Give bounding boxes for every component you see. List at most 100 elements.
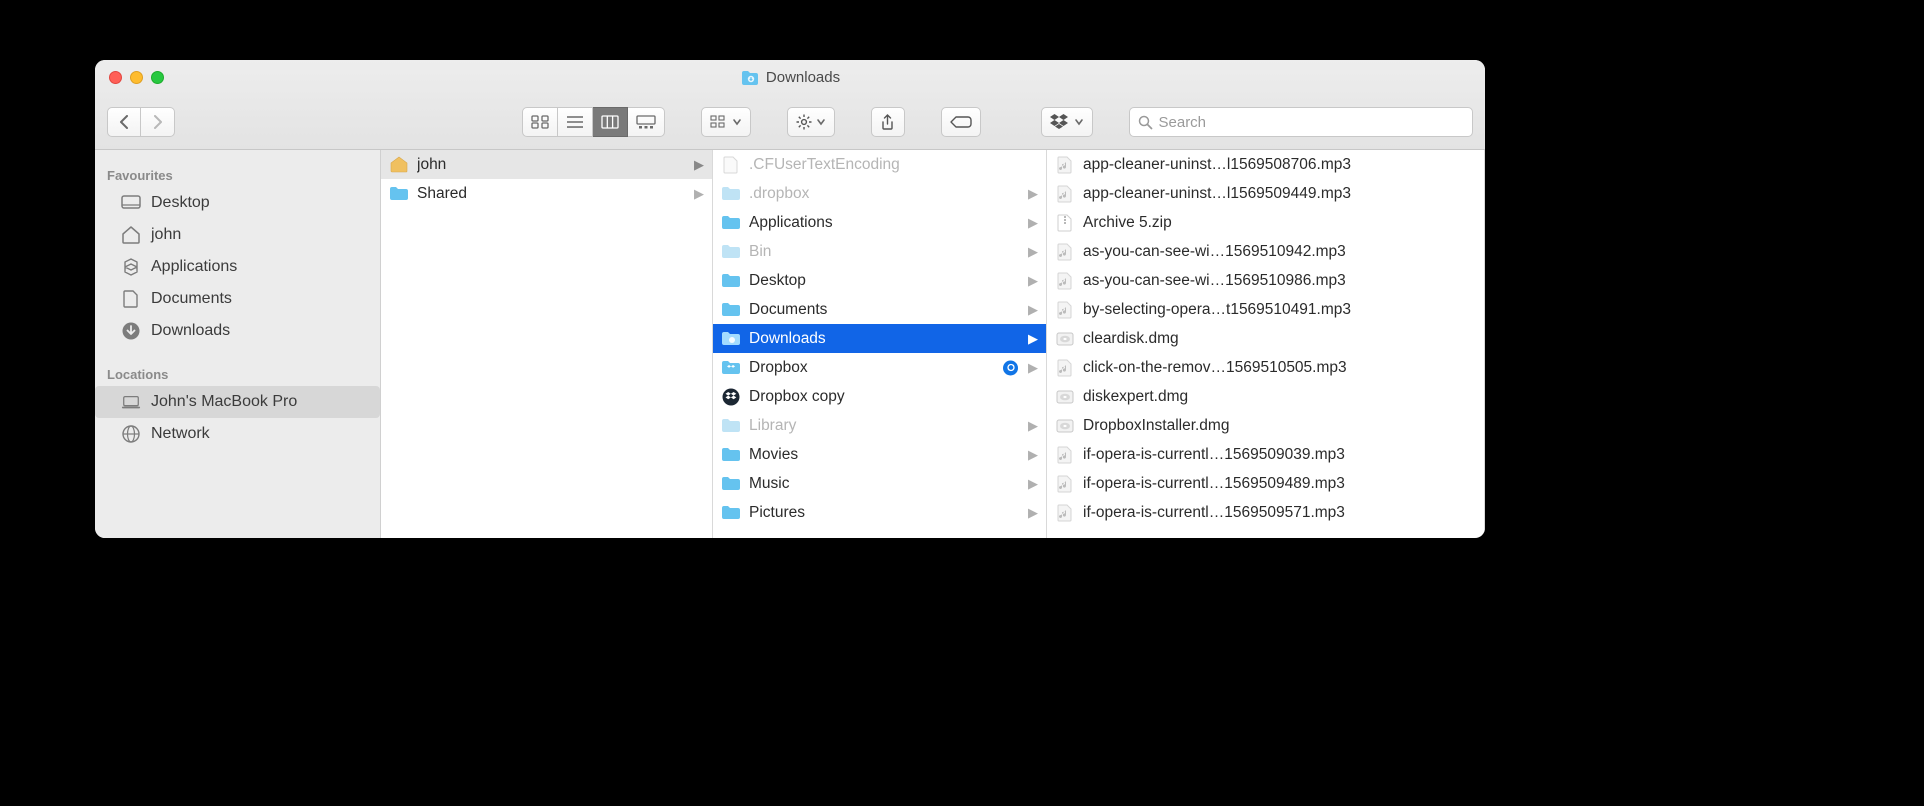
content-area: Favourites Desktop john Applications — [95, 150, 1485, 538]
sidebar-item-this-mac[interactable]: John's MacBook Pro — [95, 386, 380, 418]
audio-icon — [1055, 359, 1075, 377]
sidebar: Favourites Desktop john Applications — [95, 150, 381, 538]
folder-icon — [389, 185, 409, 203]
chevron-right-icon: ▶ — [1028, 273, 1038, 289]
list-view-button[interactable] — [558, 107, 593, 137]
sidebar-item-label: John's MacBook Pro — [151, 393, 297, 411]
file-row[interactable]: DropboxInstaller.dmg — [1047, 411, 1484, 440]
titlebar: Downloads — [95, 60, 1485, 150]
column-item-label: Desktop — [749, 272, 1036, 290]
folder-dim-icon — [721, 243, 741, 261]
column-item-label: Movies — [749, 446, 1036, 464]
column-item-desktop[interactable]: Desktop ▶ — [713, 266, 1046, 295]
column-item-dotdropbox[interactable]: .dropbox ▶ — [713, 179, 1046, 208]
column-item-label: Applications — [749, 214, 1036, 232]
minimize-window-button[interactable] — [130, 71, 143, 84]
column-item-shared[interactable]: Shared ▶ — [381, 179, 712, 208]
column-view-button[interactable] — [593, 107, 628, 137]
sidebar-item-applications[interactable]: Applications — [95, 251, 380, 283]
audio-icon — [1055, 243, 1075, 261]
favourites-header: Favourites — [95, 160, 380, 187]
column-item-bin[interactable]: Bin ▶ — [713, 237, 1046, 266]
chevron-right-icon: ▶ — [1028, 505, 1038, 521]
file-row[interactable]: by-selecting-opera…t1569510491.mp3 — [1047, 295, 1484, 324]
column-item-dropbox[interactable]: Dropbox ▶ — [713, 353, 1046, 382]
tags-button[interactable] — [941, 107, 981, 137]
column-item-movies[interactable]: Movies ▶ — [713, 440, 1046, 469]
group-by-button[interactable] — [701, 107, 751, 137]
file-row[interactable]: if-opera-is-currentl…1569509571.mp3 — [1047, 498, 1484, 527]
zip-icon — [1055, 214, 1075, 232]
file-row[interactable]: app-cleaner-uninst…l1569508706.mp3 — [1047, 150, 1484, 179]
column-item-music[interactable]: Music ▶ — [713, 469, 1046, 498]
icon-view-button[interactable] — [522, 107, 558, 137]
column-item-label: Pictures — [749, 504, 1036, 522]
chevron-right-icon: ▶ — [694, 157, 704, 173]
column-item-downloads[interactable]: Downloads ▶ — [713, 324, 1046, 353]
column-item-documents[interactable]: Documents ▶ — [713, 295, 1046, 324]
column-item-dropbox-copy[interactable]: Dropbox copy — [713, 382, 1046, 411]
column-item-label: Music — [749, 475, 1036, 493]
sidebar-item-label: Desktop — [151, 194, 210, 212]
audio-icon — [1055, 301, 1075, 319]
network-icon — [121, 424, 141, 444]
search-field[interactable]: Search — [1129, 107, 1474, 137]
action-button[interactable] — [787, 107, 835, 137]
share-button[interactable] — [871, 107, 905, 137]
sidebar-item-label: Downloads — [151, 322, 230, 340]
back-button[interactable] — [107, 107, 141, 137]
sidebar-item-label: Documents — [151, 290, 232, 308]
file-row[interactable]: if-opera-is-currentl…1569509039.mp3 — [1047, 440, 1484, 469]
gallery-view-button[interactable] — [628, 107, 665, 137]
dropbox-toolbar-button[interactable] — [1041, 107, 1093, 137]
zoom-window-button[interactable] — [151, 71, 164, 84]
file-name: app-cleaner-uninst…l1569508706.mp3 — [1083, 156, 1474, 174]
file-row[interactable]: click-on-the-remov…1569510505.mp3 — [1047, 353, 1484, 382]
folder-icon — [721, 301, 741, 319]
chevron-right-icon: ▶ — [1028, 186, 1038, 202]
sidebar-item-downloads[interactable]: Downloads — [95, 315, 380, 347]
dropbox-app-icon — [721, 388, 741, 406]
close-window-button[interactable] — [109, 71, 122, 84]
file-name: cleardisk.dmg — [1083, 330, 1474, 348]
file-icon — [721, 156, 741, 174]
column-item-cfusertextencoding[interactable]: .CFUserTextEncoding — [713, 150, 1046, 179]
sidebar-item-label: john — [151, 226, 181, 244]
audio-icon — [1055, 272, 1075, 290]
column-item-label: Library — [749, 417, 1036, 435]
folder-icon — [721, 475, 741, 493]
dmg-icon — [1055, 388, 1075, 406]
file-row[interactable]: cleardisk.dmg — [1047, 324, 1484, 353]
search-icon — [1138, 115, 1153, 130]
column-item-applications[interactable]: Applications ▶ — [713, 208, 1046, 237]
sidebar-item-home[interactable]: john — [95, 219, 380, 251]
audio-icon — [1055, 446, 1075, 464]
column-users: john ▶ Shared ▶ — [381, 150, 713, 538]
column-item-john[interactable]: john ▶ — [381, 150, 712, 179]
chevron-right-icon: ▶ — [1028, 476, 1038, 492]
file-name: click-on-the-remov…1569510505.mp3 — [1083, 359, 1474, 377]
chevron-right-icon: ▶ — [1028, 331, 1038, 347]
home-icon — [121, 225, 141, 245]
column-item-library[interactable]: Library ▶ — [713, 411, 1046, 440]
sidebar-item-documents[interactable]: Documents — [95, 283, 380, 315]
audio-icon — [1055, 504, 1075, 522]
file-row[interactable]: Archive 5.zip — [1047, 208, 1484, 237]
sidebar-item-desktop[interactable]: Desktop — [95, 187, 380, 219]
sync-icon — [1003, 360, 1018, 375]
column-item-label: .CFUserTextEncoding — [749, 156, 1036, 174]
forward-button[interactable] — [141, 107, 175, 137]
sidebar-item-network[interactable]: Network — [95, 418, 380, 450]
chevron-right-icon: ▶ — [1028, 360, 1038, 376]
file-row[interactable]: app-cleaner-uninst…l1569509449.mp3 — [1047, 179, 1484, 208]
file-row[interactable]: as-you-can-see-wi…1569510942.mp3 — [1047, 237, 1484, 266]
file-name: by-selecting-opera…t1569510491.mp3 — [1083, 301, 1474, 319]
folder-icon — [721, 446, 741, 464]
column-item-pictures[interactable]: Pictures ▶ — [713, 498, 1046, 527]
file-row[interactable]: as-you-can-see-wi…1569510986.mp3 — [1047, 266, 1484, 295]
sidebar-item-label: Network — [151, 425, 210, 443]
file-name: if-opera-is-currentl…1569509571.mp3 — [1083, 504, 1474, 522]
file-row[interactable]: diskexpert.dmg — [1047, 382, 1484, 411]
dropbox-folder-icon — [721, 359, 741, 377]
file-row[interactable]: if-opera-is-currentl…1569509489.mp3 — [1047, 469, 1484, 498]
